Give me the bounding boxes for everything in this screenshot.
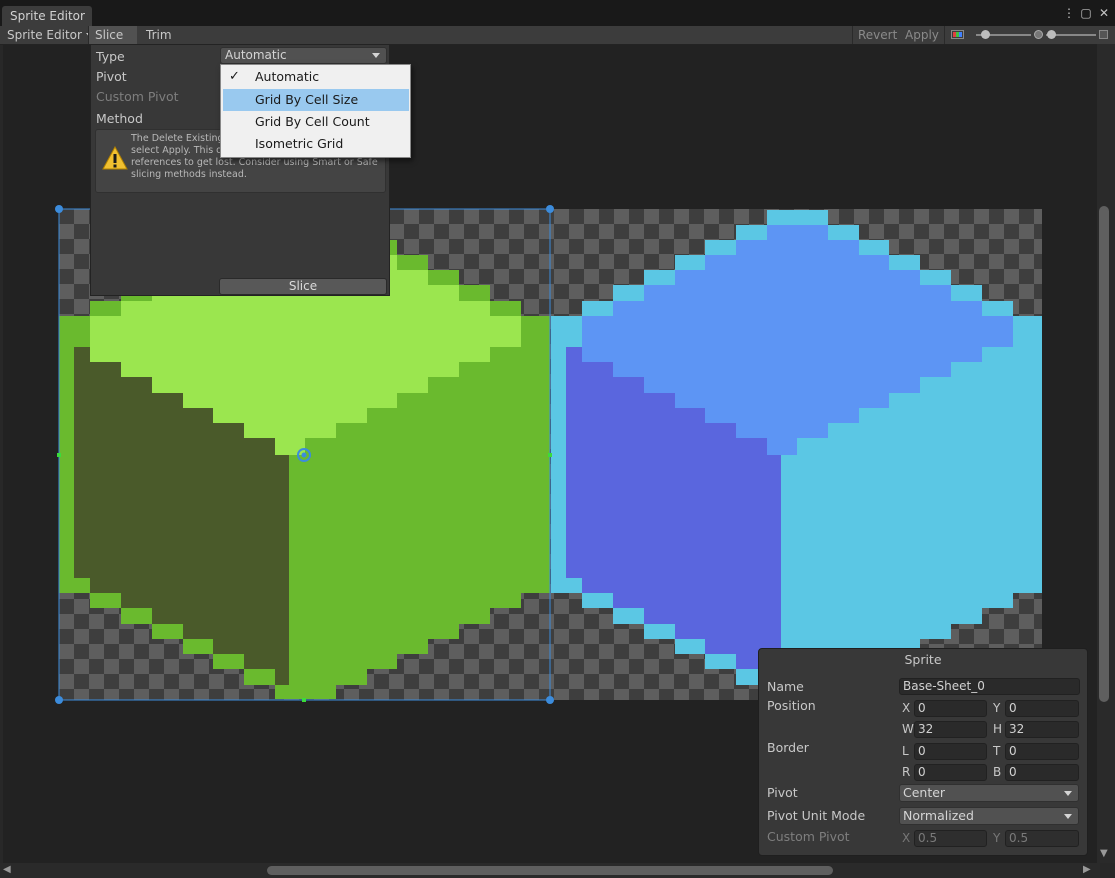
selection-side-handle — [548, 453, 552, 457]
pivot-label: Pivot — [96, 69, 127, 84]
sprite-window-title: Sprite — [904, 652, 942, 667]
pivot-dropdown-value: Center — [903, 785, 946, 800]
chevron-down-icon — [1064, 814, 1072, 819]
custom-pivot-label: Custom Pivot — [767, 829, 850, 844]
l-axis-label: L — [902, 744, 909, 758]
chevron-down-icon — [372, 53, 380, 58]
r-axis-label: R — [902, 765, 911, 779]
position-x-field[interactable]: 0 — [914, 700, 987, 717]
checkmark-icon: ✓ — [229, 69, 240, 84]
custom-pivot-y-label: Y — [993, 831, 1001, 845]
border-b-field[interactable]: 0 — [1005, 764, 1079, 781]
type-dropdown[interactable]: Automatic — [220, 47, 387, 64]
selection-corner-handle — [546, 696, 554, 704]
type-label: Type — [96, 49, 125, 64]
scroll-right-icon[interactable]: ▶ — [1083, 864, 1091, 875]
scroll-down-icon[interactable]: ▼ — [1100, 848, 1108, 859]
border-r-field[interactable]: 0 — [914, 764, 987, 781]
selection-corner-handle — [546, 205, 554, 213]
x-axis-label: X — [902, 701, 911, 715]
b-axis-label: B — [993, 765, 1002, 779]
menu-item-automatic[interactable]: ✓ Automatic — [223, 66, 409, 88]
custom-pivot-x-field[interactable]: 0.5 — [914, 830, 987, 847]
sprite-inspector-window: Sprite Name Base-Sheet_0 Position X 0 Y … — [758, 648, 1088, 856]
menu-item-label: Grid By Cell Size — [255, 92, 359, 107]
pivot-label: Pivot — [767, 785, 798, 800]
border-t-field[interactable]: 0 — [1005, 743, 1079, 760]
position-y-field[interactable]: 0 — [1005, 700, 1079, 717]
custom-pivot-x-label: X — [902, 831, 911, 845]
position-h-field[interactable]: 32 — [1005, 721, 1079, 738]
selection-corner-handle — [55, 696, 63, 704]
scroll-left-icon[interactable]: ◀ — [3, 864, 11, 875]
pivot-handle-center — [301, 452, 307, 458]
selection-corner-handle — [55, 205, 63, 213]
t-axis-label: T — [993, 744, 1001, 758]
menu-item-label: Automatic — [255, 69, 320, 84]
type-dropdown-value: Automatic — [225, 48, 287, 62]
border-l-field[interactable]: 0 — [914, 743, 987, 760]
method-label: Method — [96, 111, 143, 126]
menu-item-label: Grid By Cell Count — [255, 114, 370, 129]
warning-icon — [102, 146, 128, 170]
w-axis-label: W — [902, 722, 914, 736]
type-dropdown-menu: ✓ Automatic Grid By Cell Size Grid By Ce… — [220, 64, 411, 158]
y-axis-label: Y — [993, 701, 1001, 715]
pivot-unit-mode-label: Pivot Unit Mode — [767, 808, 866, 823]
pivot-unit-mode-value: Normalized — [903, 808, 974, 823]
name-label: Name — [767, 679, 804, 694]
custom-pivot-y-field[interactable]: 0.5 — [1005, 830, 1079, 847]
name-field[interactable]: Base-Sheet_0 — [899, 678, 1080, 695]
custom-pivot-label: Custom Pivot — [96, 89, 179, 104]
horizontal-scrollbar-thumb[interactable] — [267, 866, 833, 875]
menu-item-grid-by-cell-size[interactable]: Grid By Cell Size — [223, 89, 409, 111]
selection-side-handle — [57, 453, 61, 457]
menu-item-grid-by-cell-count[interactable]: Grid By Cell Count — [223, 111, 409, 133]
chevron-down-icon — [1064, 791, 1072, 796]
menu-item-isometric-grid[interactable]: Isometric Grid — [223, 133, 409, 155]
border-label: Border — [767, 740, 809, 755]
vertical-scrollbar-thumb[interactable] — [1099, 206, 1109, 702]
slice-apply-button[interactable]: Slice — [219, 278, 387, 295]
pivot-unit-mode-dropdown[interactable]: Normalized — [899, 807, 1079, 825]
position-w-field[interactable]: 32 — [914, 721, 987, 738]
menu-item-label: Isometric Grid — [255, 136, 344, 151]
selection-side-handle — [302, 698, 306, 702]
h-axis-label: H — [993, 722, 1003, 736]
position-label: Position — [767, 698, 816, 713]
pivot-dropdown[interactable]: Center — [899, 784, 1079, 802]
